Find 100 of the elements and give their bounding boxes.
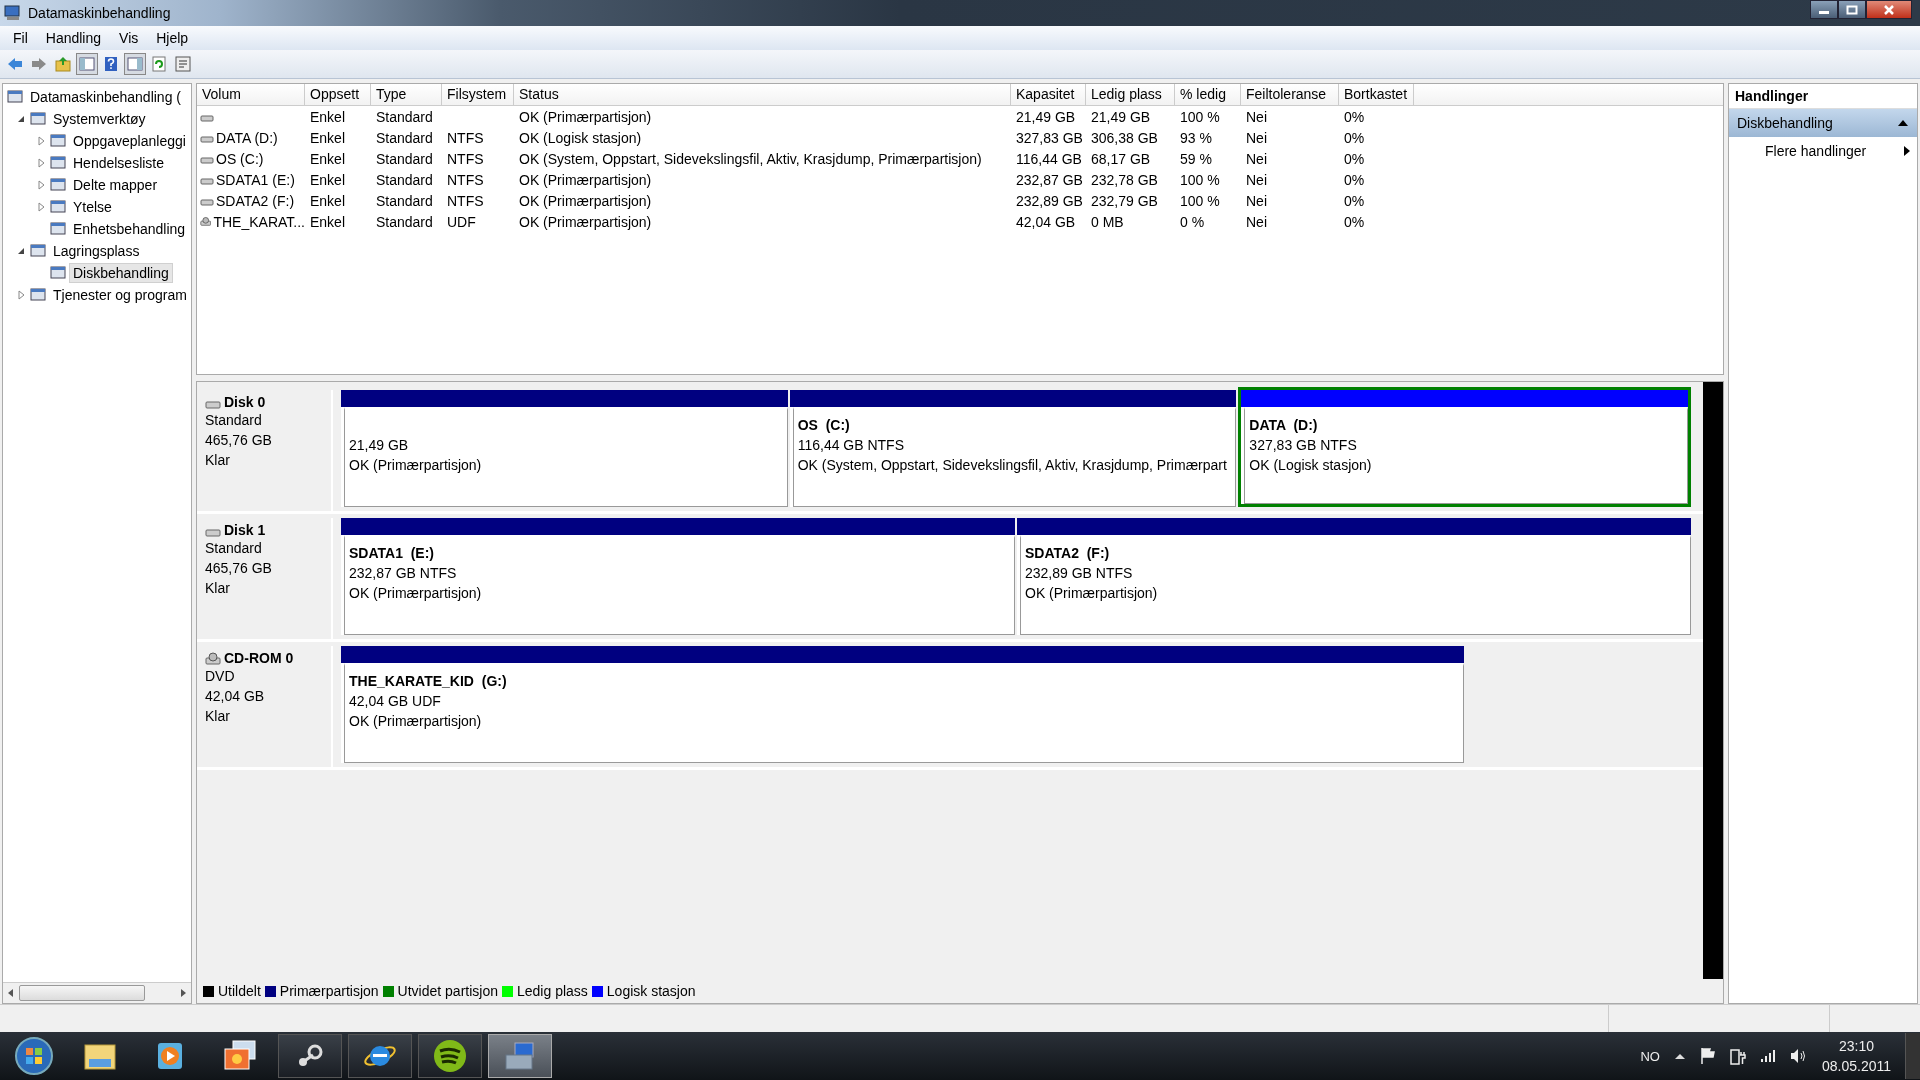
- actions-section[interactable]: Diskbehandling: [1729, 109, 1917, 137]
- toolbox-icon[interactable]: [488, 1034, 552, 1078]
- column-header[interactable]: Filsystem: [442, 84, 514, 105]
- table-cell: Nei: [1246, 108, 1267, 125]
- partition-block[interactable]: SDATA1 (E:) 232,87 GB NTFS OK (Primærpartisjon): [341, 518, 1015, 635]
- tree-item[interactable]: Datamaskinbehandling (: [26, 87, 185, 107]
- partition-block[interactable]: SDATA2 (F:) 232,89 GB NTFS OK (Primærpartisjon): [1017, 518, 1691, 635]
- tree-item[interactable]: Tjenester og program: [49, 285, 191, 305]
- table-cell: OK (Logisk stasjon): [519, 129, 642, 146]
- minimize-button[interactable]: [1810, 0, 1838, 19]
- tree-item[interactable]: Oppgaveplanleggi: [69, 131, 190, 151]
- tree-item[interactable]: Lagringsplass: [49, 241, 144, 261]
- menu-item[interactable]: Vis: [110, 30, 148, 46]
- window-icon: [7, 89, 23, 105]
- column-header[interactable]: Oppsett: [305, 84, 371, 105]
- table-cell: 0%: [1344, 213, 1365, 230]
- horizontal-scrollbar[interactable]: [3, 982, 191, 1003]
- ring-icon[interactable]: [348, 1034, 412, 1078]
- menu-item[interactable]: Fil: [4, 30, 37, 46]
- table-cell: Nei: [1246, 171, 1267, 188]
- table-cell: Enkel: [310, 192, 346, 209]
- window-icon: [50, 199, 66, 215]
- caret-up-icon[interactable]: [1673, 1051, 1686, 1061]
- expand-arrow-icon[interactable]: [35, 179, 47, 191]
- column-header[interactable]: Bortkastet: [1339, 84, 1414, 105]
- close-button[interactable]: [1866, 0, 1912, 19]
- table-cell: THE_KARAT...: [213, 213, 305, 230]
- sound-waves-icon[interactable]: [418, 1034, 482, 1078]
- properties-icon[interactable]: [172, 53, 194, 75]
- column-header[interactable]: Feiltoleranse: [1241, 84, 1339, 105]
- table-cell: Nei: [1246, 213, 1267, 230]
- table-cell: SDATA2 (F:): [216, 192, 295, 209]
- column-header[interactable]: Type: [371, 84, 442, 105]
- expand-arrow-icon[interactable]: [35, 201, 47, 213]
- disk-status: Klar: [205, 579, 231, 598]
- menu-item[interactable]: Hjelp: [147, 30, 198, 46]
- clock[interactable]: 23:10 08.05.2011: [1821, 1036, 1891, 1076]
- partition-block[interactable]: OS (C:) 116,44 GB NTFS OK (System, Oppstart, Sidevekslingsfil, Aktiv, Krasjdump, Primærpart: [789, 390, 1237, 507]
- knob-icon[interactable]: [278, 1034, 342, 1078]
- table-cell: 59 %: [1180, 150, 1212, 167]
- vertical-scrollbar[interactable]: [1703, 382, 1723, 979]
- language-indicator[interactable]: NO: [1640, 1048, 1660, 1064]
- action-link[interactable]: Flere handlinger: [1729, 137, 1917, 165]
- expand-arrow-icon[interactable]: [15, 289, 27, 301]
- window-icon: [50, 221, 66, 237]
- flag-icon[interactable]: [1699, 1047, 1716, 1065]
- table-cell: 93 %: [1180, 129, 1212, 146]
- tree-item[interactable]: Enhetsbehandling: [69, 219, 190, 239]
- table-cell: OK (Primærpartisjon): [519, 171, 652, 188]
- partition-size: 116,44 GB NTFS: [797, 436, 905, 455]
- menu-item[interactable]: Handling: [36, 30, 111, 46]
- table-cell: 100 %: [1180, 192, 1220, 209]
- tree-item[interactable]: Diskbehandling: [69, 263, 173, 283]
- date-text: 08.05.2011: [1821, 1057, 1891, 1076]
- column-header[interactable]: Volum: [197, 84, 305, 105]
- table-cell: OK (System, Oppstart, Sidevekslingsfil, Aktiv, Krasjdump, Primærpartisjon): [519, 150, 982, 167]
- window-title: Datamaskinbehandling: [28, 5, 171, 21]
- partition-block[interactable]: 21,49 GB OK (Primærpartisjon): [341, 390, 788, 507]
- tree-item[interactable]: Hendelsesliste: [69, 153, 169, 173]
- table-cell: OK (Primærpartisjon): [519, 192, 652, 209]
- table-cell: Nei: [1246, 129, 1267, 146]
- tree-item[interactable]: Systemverktøy: [49, 109, 150, 129]
- partition-block[interactable]: THE_KARATE_KID (G:) 42,04 GB UDF OK (Primærpartisjon): [341, 646, 1464, 763]
- partition-block[interactable]: DATA (D:) 327,83 GB NTFS OK (Logisk stasjon): [1238, 387, 1691, 507]
- column-header[interactable]: Status: [514, 84, 1011, 105]
- window-icon: [50, 177, 66, 193]
- column-header[interactable]: Kapasitet: [1011, 84, 1086, 105]
- scroll-thumb[interactable]: [19, 985, 145, 1001]
- side-pane-icon[interactable]: [124, 53, 146, 75]
- battery-plug-icon[interactable]: [1729, 1047, 1746, 1065]
- column-header[interactable]: Ledig plass: [1086, 84, 1175, 105]
- table-cell: Standard: [376, 171, 433, 188]
- window-icon: [50, 265, 66, 281]
- column-header[interactable]: % ledig: [1175, 84, 1241, 105]
- cd-drive-icon: [205, 652, 221, 666]
- close-icon: [1883, 4, 1895, 15]
- scroll-left-icon[interactable]: [7, 988, 15, 998]
- computer-icon: [4, 4, 22, 22]
- maximize-button[interactable]: [1838, 0, 1866, 19]
- table-cell: 21,49 GB: [1016, 108, 1076, 125]
- table-cell: 42,04 GB: [1016, 213, 1076, 230]
- table-cell: Enkel: [310, 108, 346, 125]
- table-cell: 232,78 GB: [1091, 171, 1158, 188]
- tree-item[interactable]: Delte mapper: [69, 175, 162, 195]
- table-cell: Standard: [376, 213, 433, 230]
- partition-size: 327,83 GB NTFS: [1249, 436, 1358, 455]
- expand-arrow-icon[interactable]: [35, 135, 47, 147]
- disk-name: Disk 0: [224, 394, 266, 410]
- table-cell: NTFS: [447, 150, 484, 167]
- signal-bars-icon[interactable]: [1759, 1049, 1776, 1063]
- tree-pane-icon[interactable]: [76, 53, 98, 75]
- scroll-right-icon[interactable]: [179, 988, 187, 998]
- expand-arrow-icon[interactable]: [35, 157, 47, 169]
- table-cell: Enkel: [310, 129, 346, 146]
- table-cell: 0%: [1344, 108, 1365, 125]
- tree-item[interactable]: Ytelse: [69, 197, 116, 217]
- partition-status: OK (Logisk stasjon): [1249, 456, 1373, 475]
- disk-type: Standard: [205, 411, 263, 430]
- legend-label: Utildelt: [218, 983, 261, 999]
- speaker-icon[interactable]: [1789, 1048, 1808, 1064]
